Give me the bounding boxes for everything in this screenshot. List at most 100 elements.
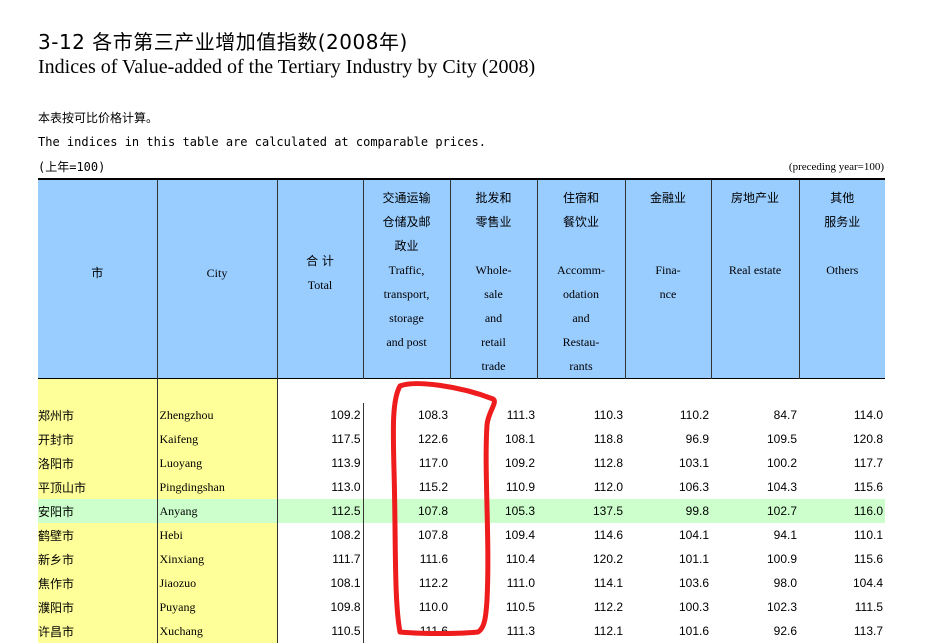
city-name-en: Luoyang bbox=[157, 451, 277, 475]
page-title-chinese: 3-12 各市第三产业增加值指数(2008年) bbox=[38, 26, 408, 55]
value-finance: 101.1 bbox=[625, 547, 711, 571]
city-name-en: Hebi bbox=[157, 523, 277, 547]
value-total: 108.2 bbox=[277, 523, 363, 547]
value-traffic: 108.3 bbox=[363, 403, 450, 427]
value-wholesale: 110.4 bbox=[450, 547, 537, 571]
header-wholesale-cn-2: 零售业 bbox=[475, 210, 511, 234]
value-accommodation: 114.1 bbox=[537, 571, 625, 595]
header-accom-en-5: rants bbox=[569, 354, 592, 378]
header-wholesale: 批发和 零售业 Whole- sale and retail trade bbox=[450, 179, 537, 379]
value-accommodation: 114.6 bbox=[537, 523, 625, 547]
value-finance: 106.3 bbox=[625, 475, 711, 499]
header-accom-spacer bbox=[579, 234, 583, 258]
value-total: 112.5 bbox=[277, 499, 363, 523]
header-wholesale-en-4: retail bbox=[481, 330, 506, 354]
value-total: 108.1 bbox=[277, 571, 363, 595]
value-total: 110.5 bbox=[277, 619, 363, 643]
value-finance: 100.3 bbox=[625, 595, 711, 619]
city-name-cn: 郑州市 bbox=[38, 403, 157, 427]
table-row: 濮阳市Puyang109.8110.0110.5112.2100.3102.31… bbox=[38, 595, 885, 619]
value-finance: 104.1 bbox=[625, 523, 711, 547]
header-traffic-cn-1: 交通运输 bbox=[382, 186, 430, 210]
spacer-cell-values bbox=[277, 379, 885, 404]
header-total-en: Total bbox=[308, 273, 333, 297]
value-wholesale: 111.0 bbox=[450, 571, 537, 595]
header-total-cn: 合 计 bbox=[306, 249, 334, 273]
header-wholesale-cn-1: 批发和 bbox=[475, 186, 511, 210]
unit-english: (preceding year=100) bbox=[789, 161, 884, 173]
city-name-cn: 许昌市 bbox=[38, 619, 157, 643]
value-traffic: 110.0 bbox=[363, 595, 450, 619]
header-city-cn: 市 bbox=[38, 179, 157, 379]
header-traffic: 交通运输 仓储及邮 政业 Traffic, transport, storage… bbox=[363, 179, 450, 379]
header-realestate-cn: 房地产业 bbox=[731, 186, 779, 210]
header-traffic-cn-3: 政业 bbox=[394, 234, 418, 258]
header-finance: 金融业 Fina- nce bbox=[625, 179, 711, 379]
value-realestate: 104.3 bbox=[711, 475, 799, 499]
spacer-cell-cn bbox=[38, 379, 157, 404]
value-realestate: 92.6 bbox=[711, 619, 799, 643]
value-realestate: 100.2 bbox=[711, 451, 799, 475]
value-accommodation: 112.1 bbox=[537, 619, 625, 643]
value-realestate: 109.5 bbox=[711, 427, 799, 451]
value-wholesale: 108.1 bbox=[450, 427, 537, 451]
header-accom-en-4: Restau- bbox=[563, 330, 600, 354]
header-wholesale-en-5: trade bbox=[482, 354, 506, 378]
value-accommodation: 110.3 bbox=[537, 403, 625, 427]
value-others: 115.6 bbox=[799, 547, 885, 571]
table-row: 许昌市Xuchang110.5111.6111.3112.1101.692.61… bbox=[38, 619, 885, 643]
indices-table: 市 City 合 计 Total 交通运输 仓储及邮 政业 T bbox=[38, 178, 885, 643]
value-finance: 96.9 bbox=[625, 427, 711, 451]
city-name-en: Pingdingshan bbox=[157, 475, 277, 499]
table-row: 开封市Kaifeng117.5122.6108.1118.896.9109.51… bbox=[38, 427, 885, 451]
header-wholesale-en-1: Whole- bbox=[476, 258, 512, 282]
value-finance: 103.1 bbox=[625, 451, 711, 475]
value-wholesale: 110.9 bbox=[450, 475, 537, 499]
header-realestate-spacer-2 bbox=[753, 234, 757, 258]
unit-chinese: (上年=100) bbox=[38, 158, 105, 175]
value-others: 113.7 bbox=[799, 619, 885, 643]
value-others: 104.4 bbox=[799, 571, 885, 595]
city-name-cn: 新乡市 bbox=[38, 547, 157, 571]
value-wholesale: 111.3 bbox=[450, 403, 537, 427]
value-finance: 99.8 bbox=[625, 499, 711, 523]
value-realestate: 102.7 bbox=[711, 499, 799, 523]
header-finance-cn: 金融业 bbox=[650, 186, 686, 210]
table-row: 郑州市Zhengzhou109.2108.3111.3110.3110.284.… bbox=[38, 403, 885, 427]
value-traffic: 115.2 bbox=[363, 475, 450, 499]
header-finance-spacer-1 bbox=[666, 210, 670, 234]
value-total: 109.8 bbox=[277, 595, 363, 619]
header-accom-en-1: Accomm- bbox=[557, 258, 605, 282]
value-realestate: 84.7 bbox=[711, 403, 799, 427]
value-others: 117.7 bbox=[799, 451, 885, 475]
header-accom-en-2: odation bbox=[563, 282, 599, 306]
header-finance-spacer-2 bbox=[666, 234, 670, 258]
value-total: 109.2 bbox=[277, 403, 363, 427]
city-name-cn: 安阳市 bbox=[38, 499, 157, 523]
table-spacer-row bbox=[38, 379, 885, 404]
value-finance: 101.6 bbox=[625, 619, 711, 643]
table-row: 新乡市Xinxiang111.7111.6110.4120.2101.1100.… bbox=[38, 547, 885, 571]
header-wholesale-en-3: and bbox=[485, 306, 502, 330]
city-name-en: Xinxiang bbox=[157, 547, 277, 571]
city-name-en: Zhengzhou bbox=[157, 403, 277, 427]
spacer-cell-en bbox=[157, 379, 277, 404]
value-others: 115.6 bbox=[799, 475, 885, 499]
city-name-cn: 平顶山市 bbox=[38, 475, 157, 499]
note-english: The indices in this table are calculated… bbox=[38, 135, 486, 149]
value-wholesale: 111.3 bbox=[450, 619, 537, 643]
value-realestate: 100.9 bbox=[711, 547, 799, 571]
value-others: 114.0 bbox=[799, 403, 885, 427]
table-row: 焦作市Jiaozuo108.1112.2111.0114.1103.698.01… bbox=[38, 571, 885, 595]
header-traffic-en-3: storage bbox=[389, 306, 424, 330]
header-wholesale-en-2: sale bbox=[484, 282, 503, 306]
value-wholesale: 109.2 bbox=[450, 451, 537, 475]
page-title-english: Indices of Value-added of the Tertiary I… bbox=[38, 56, 535, 79]
value-traffic: 122.6 bbox=[363, 427, 450, 451]
value-accommodation: 112.8 bbox=[537, 451, 625, 475]
value-accommodation: 112.2 bbox=[537, 595, 625, 619]
value-accommodation: 112.0 bbox=[537, 475, 625, 499]
indices-table-container: 市 City 合 计 Total 交通运输 仓储及邮 政业 T bbox=[38, 178, 885, 643]
header-finance-en-2: nce bbox=[660, 282, 677, 306]
value-traffic: 107.8 bbox=[363, 523, 450, 547]
